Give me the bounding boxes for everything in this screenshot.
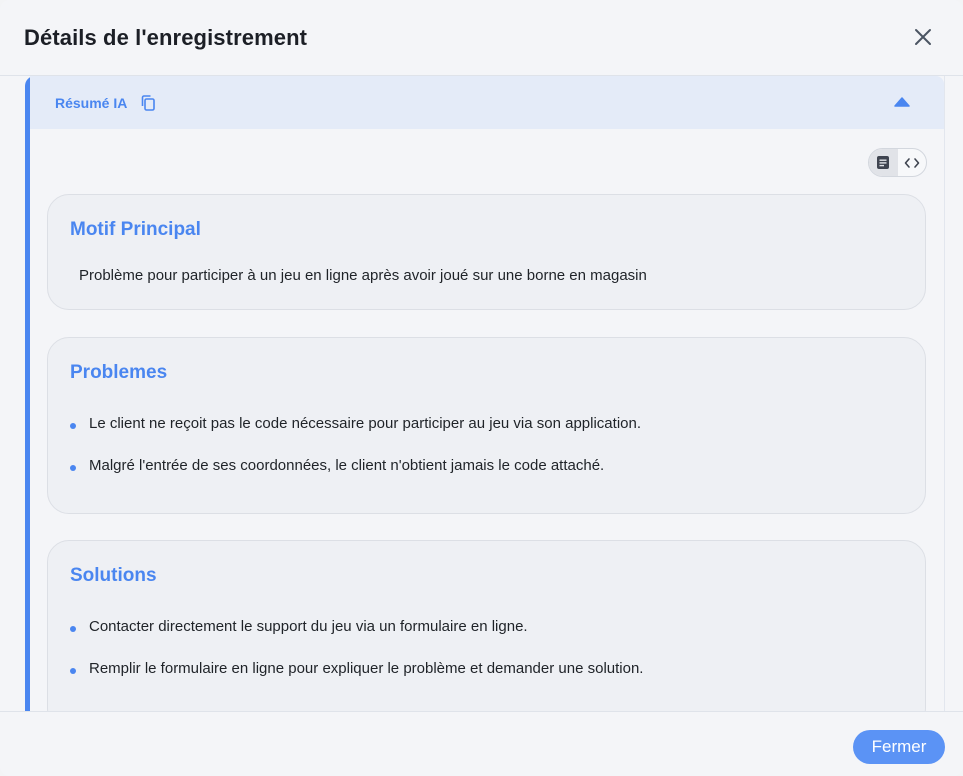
solution-item-text: Remplir le formulaire en ligne pour expl…: [89, 660, 644, 677]
copy-icon: [142, 94, 156, 111]
list-item: Le client ne reçoit pas le code nécessai…: [70, 415, 641, 432]
modal-header: Détails de l'enregistrement: [0, 0, 963, 76]
solutions-title: Solutions: [70, 565, 157, 586]
caret-up-icon: [894, 97, 910, 107]
problem-item-text: Le client ne reçoit pas le code nécessai…: [89, 415, 641, 432]
problems-card: Problemes Le client ne reçoit pas le cod…: [47, 337, 926, 514]
problems-title: Problemes: [70, 362, 168, 383]
list-item: Remplir le formulaire en ligne pour expl…: [70, 660, 643, 677]
list-item: Malgré l'entrée de ses coordonnées, le c…: [70, 457, 604, 474]
bullet-icon: [70, 464, 76, 471]
modal-body[interactable]: Résumé IA Motif Principal Problème pour …: [0, 76, 963, 712]
close-button[interactable]: [911, 25, 935, 49]
code-view-button[interactable]: [898, 149, 927, 176]
view-mode-toggle: [868, 148, 927, 177]
modal-footer: Fermer: [0, 711, 963, 776]
code-icon: [904, 157, 920, 168]
motif-card: Motif Principal Problème pour participer…: [47, 194, 926, 310]
bullet-icon: [70, 625, 76, 632]
motif-title: Motif Principal: [70, 219, 201, 240]
bullet-icon: [70, 422, 76, 429]
ai-summary-label: Résumé IA: [55, 94, 128, 111]
close-footer-button[interactable]: Fermer: [853, 730, 945, 764]
bullet-icon: [70, 667, 76, 674]
copy-button[interactable]: [141, 94, 156, 111]
solutions-card: Solutions Contacter directement le suppo…: [47, 540, 926, 712]
collapse-button[interactable]: [894, 96, 910, 108]
record-details-modal: Détails de l'enregistrement Résumé IA Mo…: [0, 0, 963, 776]
motif-text: Problème pour participer à un jeu en lig…: [79, 267, 647, 284]
modal-title: Détails de l'enregistrement: [24, 24, 308, 50]
close-icon: [915, 29, 931, 45]
ai-summary-panel: Résumé IA Motif Principal Problème pour …: [25, 76, 945, 712]
list-item: Contacter directement le support du jeu …: [70, 618, 528, 635]
ai-summary-header[interactable]: Résumé IA: [30, 76, 944, 129]
document-view-button[interactable]: [869, 149, 898, 176]
problem-item-text: Malgré l'entrée de ses coordonnées, le c…: [89, 457, 605, 474]
document-icon: [877, 156, 890, 169]
solution-item-text: Contacter directement le support du jeu …: [89, 618, 528, 635]
